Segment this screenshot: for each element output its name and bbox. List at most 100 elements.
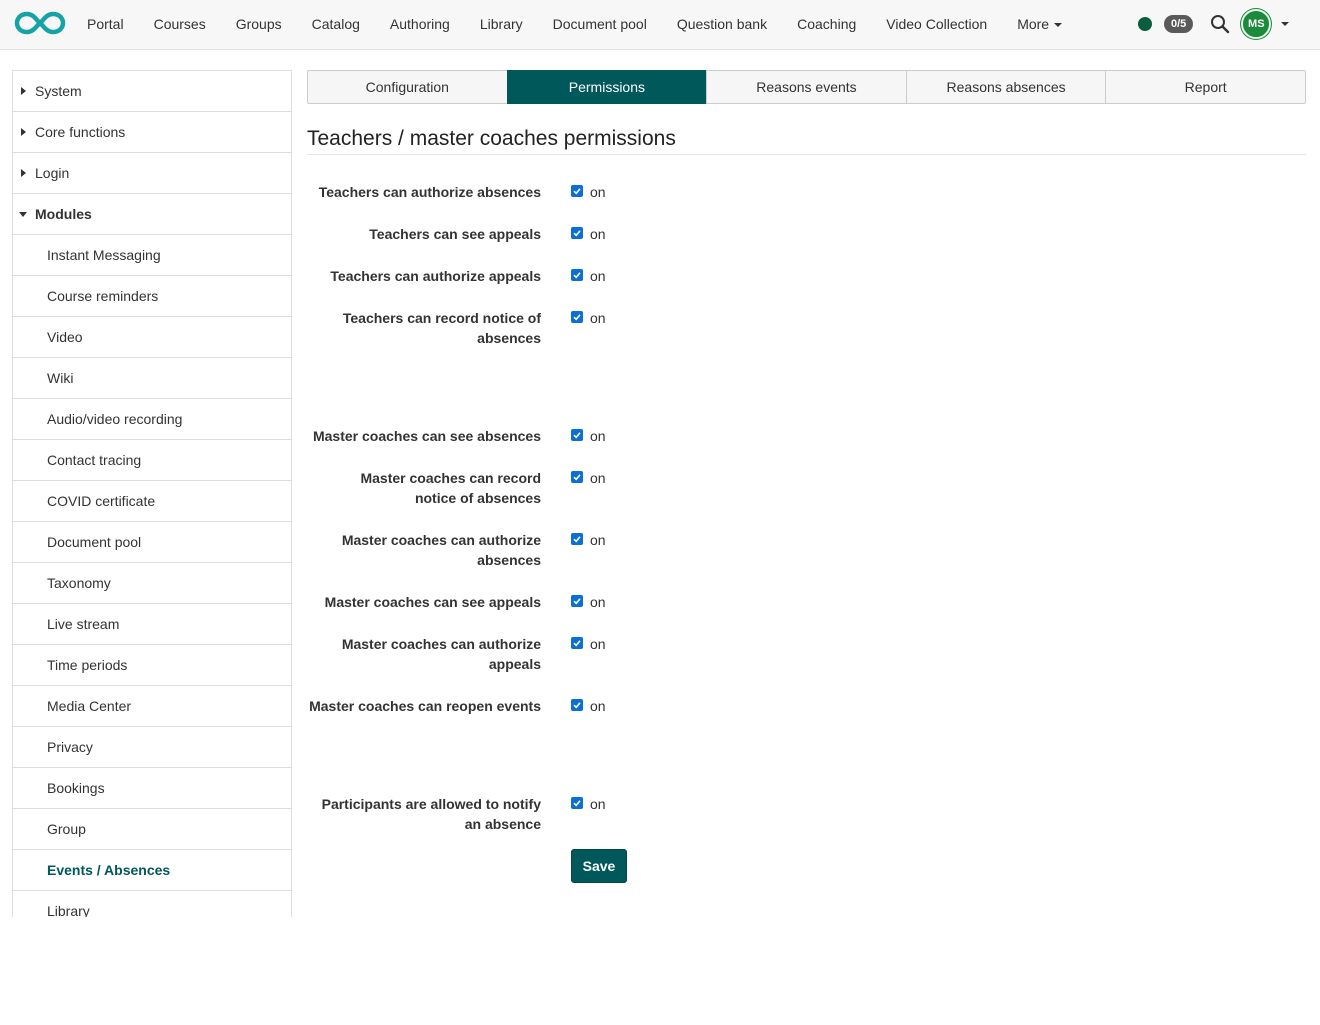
notification-badge[interactable]: 0/5	[1164, 15, 1194, 33]
save-button[interactable]: Save	[571, 849, 627, 883]
permission-checkbox[interactable]	[571, 227, 583, 239]
online-status-icon[interactable]	[1138, 17, 1152, 31]
checkmark-icon	[573, 314, 581, 321]
user-menu-caret-icon[interactable]	[1281, 22, 1290, 26]
sidebar-item-label: Login	[35, 165, 70, 181]
permission-label: Participants are allowed to notify an ab…	[321, 796, 541, 832]
permission-checkbox[interactable]	[571, 637, 583, 649]
sidebar-item-document-pool[interactable]: Document pool	[13, 522, 291, 563]
sidebar-item-media-center[interactable]: Media Center	[13, 686, 291, 727]
sidebar-item-live-stream[interactable]: Live stream	[13, 604, 291, 645]
checkbox-on-label: on	[590, 184, 606, 200]
admin-sidebar: System Core functions Login Modules Inst…	[12, 70, 292, 917]
permission-checkbox[interactable]	[571, 533, 583, 545]
expand-triangle-icon	[21, 169, 26, 177]
permission-label: Master coaches can see absences	[312, 428, 541, 444]
sidebar-item-audio-video-recording[interactable]: Audio/video recording	[13, 399, 291, 440]
logo-icon[interactable]	[14, 9, 66, 37]
sidebar-item-privacy[interactable]: Privacy	[13, 727, 291, 768]
checkbox-on-label: on	[590, 470, 606, 486]
sidebar-item-core-functions[interactable]: Core functions	[13, 112, 291, 153]
checkbox-on-label: on	[590, 594, 606, 610]
permission-label: Teachers can authorize absences	[318, 184, 541, 200]
sidebar-item-instant-messaging[interactable]: Instant Messaging	[13, 235, 291, 276]
nav-authoring[interactable]: Authoring	[375, 0, 465, 48]
permission-label: Master coaches can see appeals	[324, 594, 541, 610]
sidebar-item-taxonomy[interactable]: Taxonomy	[13, 563, 291, 604]
tab-reasons-absences[interactable]: Reasons absences	[905, 70, 1107, 104]
caret-down-icon	[1054, 23, 1063, 28]
checkmark-icon	[573, 230, 581, 237]
tab-configuration[interactable]: Configuration	[307, 70, 508, 104]
title-divider	[307, 154, 1306, 155]
search-icon	[1211, 15, 1230, 34]
checkmark-icon	[573, 536, 581, 543]
checkmark-icon	[573, 272, 581, 279]
main-nav: Portal Courses Groups Catalog Authoring …	[72, 0, 1077, 48]
sidebar-item-contact-tracing[interactable]: Contact tracing	[13, 440, 291, 481]
nav-portal[interactable]: Portal	[72, 0, 139, 48]
checkbox-on-label: on	[590, 532, 606, 548]
sidebar-item-course-reminders[interactable]: Course reminders	[13, 276, 291, 317]
checkbox-on-label: on	[590, 310, 606, 326]
sidebar-item-label: System	[35, 83, 82, 99]
checkmark-icon	[573, 640, 581, 647]
user-avatar[interactable]: MS	[1241, 9, 1272, 39]
checkbox-on-label: on	[590, 796, 606, 812]
nav-courses[interactable]: Courses	[139, 0, 221, 48]
tab-reasons-events[interactable]: Reasons events	[706, 70, 907, 104]
sidebar-item-modules[interactable]: Modules	[13, 194, 291, 235]
settings-tabs: Configuration Permissions Reasons events…	[307, 70, 1306, 104]
sidebar-item-login[interactable]: Login	[13, 153, 291, 194]
checkmark-icon	[573, 800, 581, 807]
checkmark-icon	[573, 598, 581, 605]
permission-checkbox[interactable]	[571, 797, 583, 809]
nav-catalog[interactable]: Catalog	[297, 0, 375, 48]
checkmark-icon	[573, 432, 581, 439]
permission-checkbox[interactable]	[571, 595, 583, 607]
permission-label: Teachers can record notice of absences	[342, 310, 541, 346]
checkmark-icon	[573, 474, 581, 481]
sidebar-item-system[interactable]: System	[13, 71, 291, 112]
permission-checkbox[interactable]	[571, 429, 583, 441]
tab-permissions[interactable]: Permissions	[506, 70, 708, 104]
sidebar-item-bookings[interactable]: Bookings	[13, 768, 291, 809]
collapse-triangle-icon	[19, 211, 27, 217]
sidebar-item-video[interactable]: Video	[13, 317, 291, 358]
permission-label: Teachers can see appeals	[369, 226, 541, 242]
nav-more-label: More	[1017, 16, 1050, 32]
nav-groups[interactable]: Groups	[221, 0, 297, 48]
nav-document-pool[interactable]: Document pool	[538, 0, 662, 48]
permission-label: Teachers can authorize appeals	[330, 268, 541, 284]
permission-checkbox[interactable]	[571, 471, 583, 483]
permission-checkbox[interactable]	[571, 311, 583, 323]
page-title: Teachers / master coaches permissions	[307, 127, 676, 150]
checkbox-on-label: on	[590, 698, 606, 714]
tab-report[interactable]: Report	[1105, 70, 1306, 104]
checkmark-icon	[573, 188, 581, 195]
checkbox-on-label: on	[590, 226, 606, 242]
sidebar-item-events-absences[interactable]: Events / Absences	[13, 850, 291, 891]
permission-label: Master coaches can authorize absences	[341, 532, 541, 568]
permission-checkbox[interactable]	[571, 269, 583, 281]
permission-checkbox[interactable]	[571, 699, 583, 711]
nav-video-collection[interactable]: Video Collection	[871, 0, 1002, 48]
search-button[interactable]	[1209, 13, 1231, 35]
checkbox-on-label: on	[590, 268, 606, 284]
nav-coaching[interactable]: Coaching	[782, 0, 871, 48]
permission-label: Master coaches can reopen events	[309, 698, 541, 714]
sidebar-item-covid-certificate[interactable]: COVID certificate	[13, 481, 291, 522]
permission-label: Master coaches can authorize appeals	[341, 636, 541, 672]
checkmark-icon	[573, 702, 581, 709]
sidebar-item-time-periods[interactable]: Time periods	[13, 645, 291, 686]
nav-library[interactable]: Library	[465, 0, 538, 48]
nav-question-bank[interactable]: Question bank	[662, 0, 782, 48]
nav-more-dropdown[interactable]: More	[1002, 0, 1077, 48]
sidebar-item-wiki[interactable]: Wiki	[13, 358, 291, 399]
checkbox-on-label: on	[590, 428, 606, 444]
sidebar-item-group[interactable]: Group	[13, 809, 291, 850]
sidebar-item-library[interactable]: Library	[13, 891, 291, 917]
permission-checkbox[interactable]	[571, 185, 583, 197]
sidebar-item-label: Core functions	[35, 124, 126, 140]
nav-right-tools: 0/5 MS	[1138, 0, 1290, 48]
